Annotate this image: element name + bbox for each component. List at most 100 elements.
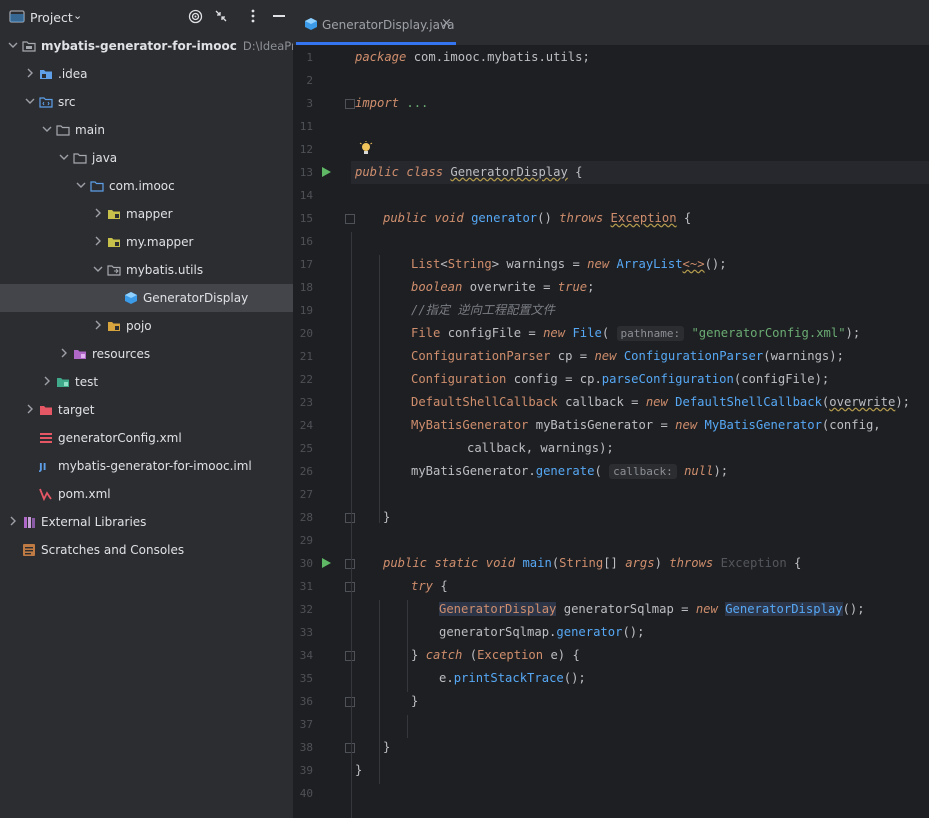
tree-item-src[interactable]: src (0, 88, 293, 116)
line-number[interactable]: 16 (293, 230, 313, 253)
line-number[interactable]: 15 (293, 207, 313, 230)
tree-item-scratches-and-consoles[interactable]: Scratches and Consoles (0, 536, 293, 564)
code-line[interactable]: File configFile = new File( pathname: "g… (351, 322, 929, 345)
hide-panel-icon[interactable] (273, 9, 285, 23)
code-line[interactable]: } (351, 736, 929, 759)
tree-item-main[interactable]: main (0, 116, 293, 144)
line-number[interactable]: 18 (293, 276, 313, 299)
code-line[interactable]: } (351, 690, 929, 713)
tree-item--idea[interactable]: .idea (0, 60, 293, 88)
chevron-down-icon[interactable] (59, 151, 69, 163)
code-line[interactable]: } (351, 759, 929, 782)
chevron-right-icon[interactable] (93, 207, 103, 219)
chevron-down-icon[interactable] (76, 179, 86, 191)
code-line[interactable]: MyBatisGenerator myBatisGenerator = new … (351, 414, 929, 437)
line-number[interactable]: 2 (293, 69, 313, 92)
tab-generatordisplay-java[interactable]: GeneratorDisplay.java × (296, 6, 456, 45)
line-number[interactable]: 32 (293, 598, 313, 621)
line-number[interactable]: 20 (293, 322, 313, 345)
chevron-right-icon[interactable] (93, 235, 103, 247)
tree-item-java[interactable]: java (0, 144, 293, 172)
more-options-icon[interactable] (250, 9, 256, 23)
tree-item-pom-xml[interactable]: pom.xml (0, 480, 293, 508)
code-line[interactable]: DefaultShellCallback callback = new Defa… (351, 391, 929, 414)
line-number[interactable]: 35 (293, 667, 313, 690)
tree-item-target[interactable]: target (0, 396, 293, 424)
tree-item-external-libraries[interactable]: External Libraries (0, 508, 293, 536)
tree-item-mybatis-generator-for-imooc-iml[interactable]: JI mybatis-generator-for-imooc.iml (0, 452, 293, 480)
line-number[interactable]: 30 (293, 552, 313, 575)
code-line[interactable] (351, 115, 929, 138)
code-line[interactable]: generatorSqlmap.generator(); (351, 621, 929, 644)
code-line[interactable] (351, 230, 929, 253)
line-number[interactable]: 40 (293, 782, 313, 805)
line-number[interactable]: 33 (293, 621, 313, 644)
locate-target-icon[interactable] (188, 9, 203, 24)
line-number[interactable]: 31 (293, 575, 313, 598)
line-number[interactable]: 12 (293, 138, 313, 161)
tree-item-mapper[interactable]: mapper (0, 200, 293, 228)
tree-item-generatorconfig-xml[interactable]: generatorConfig.xml (0, 424, 293, 452)
line-number[interactable]: 21 (293, 345, 313, 368)
code-line[interactable]: myBatisGenerator.generate( callback: nul… (351, 460, 929, 483)
tree-item-generatordisplay[interactable]: GeneratorDisplay (0, 284, 293, 312)
code-text-area[interactable]: package com.imooc.mybatis.utils; import .… (351, 46, 929, 818)
line-number[interactable]: 23 (293, 391, 313, 414)
code-line[interactable]: List<String> warnings = new ArrayList<~>… (351, 253, 929, 276)
line-number[interactable]: 27 (293, 483, 313, 506)
line-number[interactable]: 17 (293, 253, 313, 276)
line-number[interactable]: 14 (293, 184, 313, 207)
chevron-right-icon[interactable] (42, 375, 52, 387)
code-line[interactable]: ConfigurationParser cp = new Configurati… (351, 345, 929, 368)
code-line[interactable]: } (351, 506, 929, 529)
tree-item-mybatis-generator-for-imooc[interactable]: mybatis-generator-for-imooc D:\IdeaProjec… (0, 32, 334, 60)
code-line[interactable]: import ... (351, 92, 929, 115)
code-line[interactable] (351, 138, 929, 161)
tree-item-mybatis-utils[interactable]: mybatis.utils (0, 256, 293, 284)
code-line[interactable] (351, 529, 929, 552)
line-number[interactable]: 3 (293, 92, 313, 115)
line-number[interactable]: 24 (293, 414, 313, 437)
line-number[interactable]: 26 (293, 460, 313, 483)
collapse-all-icon[interactable] (214, 9, 228, 23)
code-line[interactable] (351, 69, 929, 92)
chevron-right-icon[interactable] (25, 67, 35, 79)
code-line[interactable]: package com.imooc.mybatis.utils; (351, 46, 929, 69)
tree-item-test[interactable]: test (0, 368, 293, 396)
line-number[interactable]: 11 (293, 115, 313, 138)
line-number[interactable]: 37 (293, 713, 313, 736)
chevron-down-icon[interactable] (8, 39, 18, 51)
code-line[interactable]: callback, warnings); (351, 437, 929, 460)
line-number[interactable]: 39 (293, 759, 313, 782)
chevron-down-icon[interactable] (42, 123, 52, 135)
line-number[interactable]: 34 (293, 644, 313, 667)
code-line[interactable]: GeneratorDisplay generatorSqlmap = new G… (351, 598, 929, 621)
tree-item-com-imooc[interactable]: com.imooc (0, 172, 293, 200)
chevron-right-icon[interactable] (93, 319, 103, 331)
code-line[interactable] (351, 713, 929, 736)
chevron-down-icon[interactable] (93, 263, 103, 275)
lightbulb-icon[interactable] (359, 141, 373, 157)
line-number[interactable]: 36 (293, 690, 313, 713)
code-line[interactable]: public static void main(String[] args) t… (351, 552, 929, 575)
line-number[interactable]: 22 (293, 368, 313, 391)
line-number[interactable]: 38 (293, 736, 313, 759)
chevron-right-icon[interactable] (59, 347, 69, 359)
code-line[interactable]: public class GeneratorDisplay { (351, 161, 929, 184)
code-line[interactable] (351, 782, 929, 805)
tree-item-pojo[interactable]: pojo (0, 312, 293, 340)
chevron-down-icon[interactable] (25, 95, 35, 107)
chevron-down-icon[interactable]: ⌄ (73, 9, 82, 22)
code-line[interactable]: Configuration config = cp.parseConfigura… (351, 368, 929, 391)
code-line[interactable]: boolean overwrite = true; (351, 276, 929, 299)
line-number[interactable]: 25 (293, 437, 313, 460)
run-gutter-icon[interactable] (322, 558, 331, 568)
line-number[interactable]: 29 (293, 529, 313, 552)
code-line[interactable]: try { (351, 575, 929, 598)
code-line[interactable]: e.printStackTrace(); (351, 667, 929, 690)
tree-item-my-mapper[interactable]: my.mapper (0, 228, 293, 256)
run-gutter-icon[interactable] (322, 167, 331, 177)
chevron-right-icon[interactable] (25, 403, 35, 415)
code-line[interactable] (351, 483, 929, 506)
project-view-selector[interactable]: Project (30, 10, 73, 25)
